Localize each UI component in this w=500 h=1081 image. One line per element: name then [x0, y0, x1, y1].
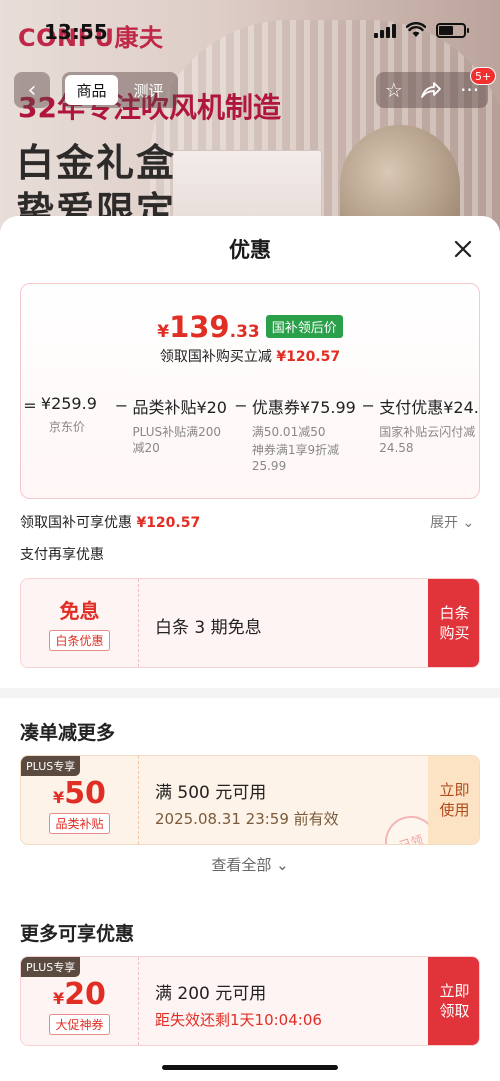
installment-tag: 白条优惠 — [49, 630, 110, 651]
product-tabs: 商品 测评 — [62, 72, 178, 108]
claim-now-button[interactable]: 立即领取 — [428, 957, 479, 1045]
breakdown-item: 品类补贴¥20 PLUS补贴满200减20 — [132, 394, 230, 474]
price-integer: 139 — [169, 310, 230, 344]
coupon-tag: 品类补贴 — [49, 813, 110, 834]
breakdown-op: − — [234, 396, 248, 415]
use-now-button[interactable]: 立即使用 — [428, 756, 479, 844]
coupon-currency: ¥ — [53, 788, 65, 807]
tab-product[interactable]: 商品 — [65, 75, 118, 105]
coupon-amount-block: PLUS专享 ¥20 大促神券 — [21, 957, 139, 1045]
message-badge: 5+ — [470, 67, 497, 85]
coupon-expiry: 2025.08.31 23:59 前有效 — [155, 810, 339, 828]
expand-toggle[interactable]: 展开 ⌄ — [430, 512, 474, 532]
coupon-currency: ¥ — [53, 989, 65, 1008]
price-subtitle-amount: ¥120.57 — [276, 349, 341, 365]
coupon-condition: 满 500 元可用 — [155, 783, 267, 803]
breakdown-item: 优惠券¥75.99 满50.01减50 神券满1享9折减25.99 — [252, 394, 357, 474]
breakdown-note: 神券满1享9折减25.99 — [251, 443, 340, 473]
subsidy-label: 领取国补可享优惠 — [20, 515, 132, 531]
discount-sheet: 优惠 ¥139.33 国补领后价 领取国补购买立减 ¥120.57 = ¥259.… — [0, 216, 500, 1081]
coupon-tag: 大促神券 — [49, 1014, 110, 1035]
signal-icon — [374, 22, 396, 38]
breakdown-item: ¥259.9 京东价 — [41, 394, 111, 474]
coupon-value: 20 — [64, 977, 106, 1012]
installment-text: 白条 3 期免息 — [155, 618, 262, 638]
status-time: 13:55 — [44, 20, 108, 44]
breakdown-op: − — [114, 396, 129, 415]
breakdown-item: 支付优惠¥24.5 国家补贴云闪付减24.58 — [379, 394, 480, 474]
installment-card: 免息 白条优惠 白条 3 期免息 白条购买 — [20, 578, 480, 668]
status-icons — [374, 22, 469, 38]
see-all-label: 查看全部 — [211, 856, 272, 874]
chevron-left-icon: ‹ — [27, 77, 37, 103]
installment-big: 免息 — [59, 599, 100, 623]
price-decimal: .33 — [229, 322, 260, 342]
section-divider — [0, 688, 500, 698]
installment-badge: 免息 白条优惠 — [21, 579, 139, 667]
baitiao-buy-button[interactable]: 白条购买 — [428, 579, 479, 667]
plus-tag: PLUS专享 — [21, 957, 81, 977]
price-subtitle-text: 领取国补购买立减 — [159, 349, 272, 365]
expand-label: 展开 — [430, 515, 458, 531]
chevron-down-icon: ⌄ — [462, 515, 475, 531]
tab-review[interactable]: 测评 — [122, 75, 175, 105]
pay-section-label: 支付再享优惠 — [20, 547, 104, 563]
coupon-condition: 满 200 元可用 — [155, 984, 267, 1004]
subsidy-price-tag: 国补领后价 — [265, 315, 343, 338]
final-price-card: ¥139.33 国补领后价 领取国补购买立减 ¥120.57 = ¥259.9 京… — [20, 283, 480, 499]
coupon-card-category: PLUS专享 ¥50 品类补贴 满 500 元可用 2025.08.31 23:… — [20, 755, 480, 845]
coupon-card-promo: PLUS专享 ¥20 大促神券 满 200 元可用 距失效还剩1天10:04:0… — [20, 956, 480, 1046]
breakdown-note: PLUS补贴满200减20 — [132, 425, 222, 455]
breakdown-value: 品类补贴¥20 — [132, 398, 227, 417]
breakdown-op: − — [361, 396, 375, 415]
close-icon[interactable] — [450, 236, 476, 262]
price-currency: ¥ — [157, 322, 170, 342]
favorite-star-icon[interactable]: ☆ — [385, 78, 403, 102]
plus-tag: PLUS专享 — [21, 756, 81, 776]
see-all-link[interactable]: 查看全部 ⌄ — [0, 854, 500, 875]
breakdown-op: = — [23, 396, 37, 415]
coupon-amount: ¥50 — [53, 776, 106, 811]
home-indicator[interactable] — [162, 1065, 338, 1070]
sheet-title: 优惠 — [229, 238, 271, 262]
breakdown-value: 优惠券¥75.99 — [251, 398, 356, 417]
breakdown-note: 满50.01减50 — [251, 425, 326, 439]
section-title-more: 凑单减更多 — [20, 722, 116, 744]
price-subtitle: 领取国补购买立减 ¥120.57 — [21, 346, 479, 366]
coupon-value: 50 — [64, 776, 106, 811]
price-breakdown: = ¥259.9 京东价 − 品类补贴¥20 PLUS补贴满200减20 − 优… — [21, 394, 480, 474]
breakdown-note: 京东价 — [48, 420, 85, 434]
banner-title-1: 白金礼盒 — [16, 141, 177, 185]
section-title-extra: 更多可享优惠 — [20, 923, 135, 945]
coupon-amount-block: PLUS专享 ¥50 品类补贴 — [21, 756, 139, 844]
final-price: ¥139.33 国补领后价 — [21, 310, 479, 344]
back-button[interactable]: ‹ — [14, 72, 50, 108]
subsidy-row: 领取国补可享优惠 ¥120.57 — [20, 512, 200, 532]
breakdown-value: 支付优惠¥24.5 — [379, 398, 480, 417]
coupon-amount: ¥20 — [53, 977, 106, 1012]
share-icon[interactable] — [420, 81, 442, 99]
coupon-countdown: 距失效还剩1天10:04:06 — [155, 1011, 322, 1029]
subsidy-amount: ¥120.57 — [136, 515, 201, 531]
chevron-down-icon: ⌄ — [276, 856, 289, 874]
breakdown-value: ¥259.9 — [40, 394, 97, 413]
breakdown-note: 国家补贴云闪付减24.58 — [379, 425, 476, 455]
wifi-icon — [406, 22, 426, 37]
battery-icon — [436, 22, 469, 38]
